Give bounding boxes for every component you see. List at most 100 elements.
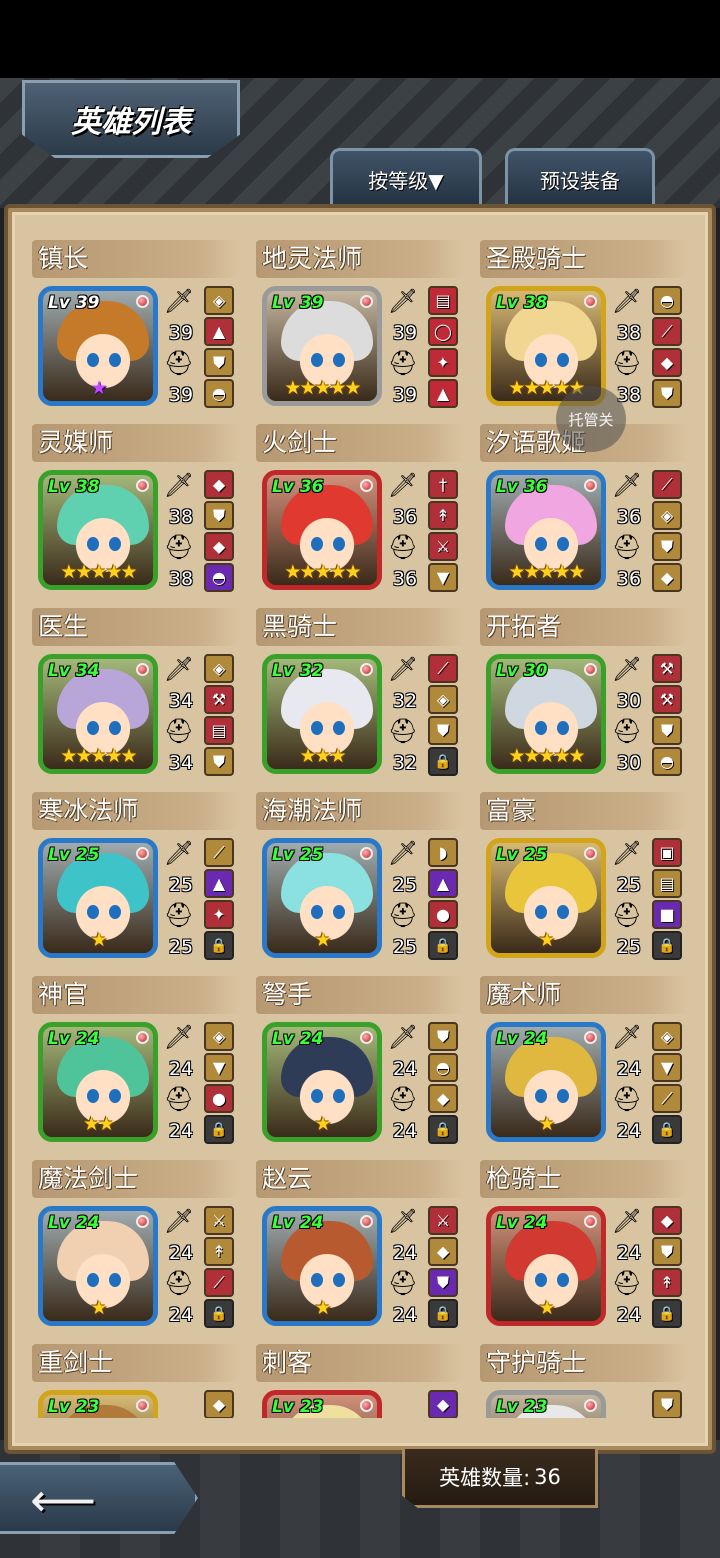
equipment-slot-hat-icon[interactable]: ▲: [428, 869, 458, 898]
locked-slot-lock-icon[interactable]: 🔒: [204, 1115, 234, 1144]
equipment-slot-helmet-icon[interactable]: ◓: [652, 286, 682, 315]
equipment-slot-helmet-icon[interactable]: ◓: [204, 563, 234, 592]
hero-card[interactable]: 医生 Lv 34 ★★★★★ 🗡 34 ⛑ 34 ◈ ⚒ ▤ ⛊: [32, 608, 240, 784]
hero-portrait[interactable]: Lv 24 ★★: [38, 1022, 158, 1142]
hero-portrait[interactable]: Lv 34 ★★★★★: [38, 654, 158, 774]
hero-card[interactable]: 弩手 Lv 24 ★ 🗡 24 ⛑ 24 ⛊ ◓ ◆ 🔒: [256, 976, 464, 1152]
equipment-slot-bag-icon[interactable]: ◈: [204, 286, 234, 315]
hero-portrait[interactable]: Lv 39 ★★★★★: [262, 286, 382, 406]
equipment-slot-bag-icon[interactable]: ◈: [652, 1022, 682, 1051]
equipment-slot-staff-icon[interactable]: ⟋: [652, 317, 682, 346]
locked-slot-lock-icon[interactable]: 🔒: [204, 931, 234, 960]
equipment-slot-shield-icon[interactable]: ⛊: [428, 1268, 458, 1297]
equipment-slot-blade-icon[interactable]: ⟋: [428, 654, 458, 683]
hero-card[interactable]: 地灵法师 Lv 39 ★★★★★ 🗡 39 ⛑ 39 ▤ ◯ ✦ ▲: [256, 240, 464, 416]
hero-portrait[interactable]: Lv 23: [262, 1390, 382, 1418]
equipment-slot-dagger-icon[interactable]: †: [428, 470, 458, 499]
equipment-slot-ring-icon[interactable]: ◯: [428, 317, 458, 346]
hero-portrait[interactable]: Lv 24 ★: [486, 1206, 606, 1326]
locked-slot-lock-icon[interactable]: 🔒: [652, 1115, 682, 1144]
equipment-slot-spear-icon[interactable]: ↟: [652, 1268, 682, 1297]
equipment-slot-wand-icon[interactable]: ⟋: [652, 1084, 682, 1113]
locked-slot-lock-icon[interactable]: 🔒: [204, 1299, 234, 1328]
hero-card[interactable]: 开拓者 Lv 30 ★★★★★ 🗡 30 ⛑ 30 ⚒ ⚒ ⛊ ◓: [480, 608, 688, 784]
equipment-slot-amulet-icon[interactable]: ✦: [428, 348, 458, 377]
equipment-slot-gem-icon[interactable]: ◆: [204, 470, 234, 499]
equipment-slot-hammer-icon[interactable]: ⚒: [204, 685, 234, 714]
hero-portrait[interactable]: Lv 24 ★: [262, 1022, 382, 1142]
hero-portrait[interactable]: Lv 32 ★★★: [262, 654, 382, 774]
equipment-slot-box-icon[interactable]: ■: [652, 900, 682, 929]
hero-card[interactable]: 黑骑士 Lv 32 ★★★ 🗡 32 ⛑ 32 ⟋ ◈ ⛊ 🔒: [256, 608, 464, 784]
equipment-slot-hat-icon[interactable]: ▲: [428, 379, 458, 408]
hero-portrait[interactable]: Lv 23: [38, 1390, 158, 1418]
hero-portrait[interactable]: Lv 39 ★: [38, 286, 158, 406]
equipment-slot-chest-icon[interactable]: ▣: [652, 838, 682, 867]
equipment-slot-bag-icon[interactable]: ◈: [204, 1022, 234, 1051]
equipment-slot-shield-icon[interactable]: ⛊: [652, 532, 682, 561]
preset-equipment-tab[interactable]: 预设装备: [505, 148, 655, 208]
equipment-slot-coat-icon[interactable]: ▼: [204, 1053, 234, 1082]
hero-portrait[interactable]: Lv 30 ★★★★★: [486, 654, 606, 774]
locked-slot-lock-icon[interactable]: 🔒: [428, 747, 458, 776]
locked-slot-lock-icon[interactable]: 🔒: [652, 931, 682, 960]
equipment-slot-helmet-icon[interactable]: ◓: [204, 379, 234, 408]
equipment-slot-armor-icon[interactable]: ◆: [428, 1084, 458, 1113]
equipment-slot-wand-icon[interactable]: ⟋: [652, 470, 682, 499]
hero-card[interactable]: 火剑士 Lv 36 ★★★★★ 🗡 36 ⛑ 36 † ↟ ⚔ ▼: [256, 424, 464, 600]
equipment-slot-coat-icon[interactable]: ▼: [652, 1053, 682, 1082]
equipment-slot-armor-icon[interactable]: ◆: [652, 1206, 682, 1235]
hero-portrait[interactable]: Lv 38 ★★★★★: [38, 470, 158, 590]
hero-portrait[interactable]: Lv 36 ★★★★★: [486, 470, 606, 590]
equipment-slot-spear-icon[interactable]: ↟: [204, 1237, 234, 1266]
equipment-slot-armor-icon[interactable]: ◆: [428, 1237, 458, 1266]
hero-portrait[interactable]: Lv 25 ★: [486, 838, 606, 958]
equipment-slot-bag-icon[interactable]: ◈: [204, 654, 234, 683]
hero-portrait[interactable]: Lv 25 ★: [38, 838, 158, 958]
equipment-slot-sword-icon[interactable]: ⚔: [428, 1206, 458, 1235]
hero-card[interactable]: 富豪 Lv 25 ★ 🗡 25 ⛑ 25 ▣ ▤ ■ 🔒: [480, 792, 688, 968]
hero-card[interactable]: 魔法剑士 Lv 24 ★ 🗡 24 ⛑ 24 ⚔ ↟ ⟋ 🔒: [32, 1160, 240, 1336]
equipment-slot-hammer-icon[interactable]: ⚒: [652, 685, 682, 714]
equipment-slot-orb-icon[interactable]: ●: [204, 1084, 234, 1113]
locked-slot-lock-icon[interactable]: 🔒: [652, 1299, 682, 1328]
equipment-slot-sword-icon[interactable]: ⚔: [428, 532, 458, 561]
equipment-slot-armor-icon[interactable]: ◆: [652, 563, 682, 592]
equipment-slot-book-icon[interactable]: ▤: [652, 869, 682, 898]
equipment-slot-hat-icon[interactable]: ▲: [204, 317, 234, 346]
hero-portrait[interactable]: Lv 23: [486, 1390, 606, 1418]
hero-portrait[interactable]: Lv 24 ★: [38, 1206, 158, 1326]
equipment-slot-shield-icon[interactable]: ⛊: [204, 501, 234, 530]
hero-portrait[interactable]: Lv 25 ★: [262, 838, 382, 958]
hero-card[interactable]: 神官 Lv 24 ★★ 🗡 24 ⛑ 24 ◈ ▼ ● 🔒: [32, 976, 240, 1152]
equipment-slot-shield-icon[interactable]: ⛊: [428, 716, 458, 745]
auto-battle-floating-button[interactable]: 托管关: [556, 386, 626, 452]
hero-card[interactable]: 海潮法师 Lv 25 ★ 🗡 25 ⛑ 25 ◗ ▲ ● 🔒: [256, 792, 464, 968]
hero-card[interactable]: 镇长 Lv 39 ★ 🗡 39 ⛑ 39 ◈ ▲ ⛊ ◓: [32, 240, 240, 416]
equipment-slot-bag-icon[interactable]: ◈: [652, 501, 682, 530]
locked-slot-lock-icon[interactable]: 🔒: [428, 1299, 458, 1328]
equipment-slot-armor-icon[interactable]: ◆: [652, 348, 682, 377]
equipment-slot-sword-icon[interactable]: ⚔: [204, 1206, 234, 1235]
hero-card[interactable]: 守护骑士 Lv 23 ⛊: [480, 1344, 688, 1418]
equipment-slot-book-icon[interactable]: ▤: [428, 286, 458, 315]
hero-portrait[interactable]: Lv 36 ★★★★★: [262, 470, 382, 590]
equipment-slot-book-icon[interactable]: ▤: [204, 716, 234, 745]
equipment-slot-hat-icon[interactable]: ▲: [204, 869, 234, 898]
equipment-slot-shell-icon[interactable]: ◗: [428, 838, 458, 867]
equipment-slot-amulet-icon[interactable]: ✦: [204, 900, 234, 929]
hero-portrait[interactable]: Lv 24 ★: [486, 1022, 606, 1142]
equipment-slot-coat-icon[interactable]: ▼: [428, 563, 458, 592]
back-button[interactable]: ⟵: [0, 1462, 198, 1534]
locked-slot-lock-icon[interactable]: 🔒: [428, 931, 458, 960]
equipment-slot-blade-icon[interactable]: ⟋: [204, 1268, 234, 1297]
equipment-slot-shield-icon[interactable]: ⛊: [652, 1237, 682, 1266]
hero-card[interactable]: 灵媒师 Lv 38 ★★★★★ 🗡 38 ⛑ 38 ◆ ⛊ ◆ ◓: [32, 424, 240, 600]
equipment-slot-spear-icon[interactable]: ↟: [428, 501, 458, 530]
equipment-slot-armor-icon[interactable]: ◆: [204, 532, 234, 561]
equipment-slot-staff-icon[interactable]: ⟋: [204, 838, 234, 867]
equipment-slot-armor-icon[interactable]: ◆: [204, 1390, 234, 1418]
hero-card[interactable]: 赵云 Lv 24 ★ 🗡 24 ⛑ 24 ⚔ ◆ ⛊ 🔒: [256, 1160, 464, 1336]
sort-by-level-tab[interactable]: 按等级▼: [330, 148, 482, 208]
hero-card[interactable]: 刺客 Lv 23 ◆: [256, 1344, 464, 1418]
